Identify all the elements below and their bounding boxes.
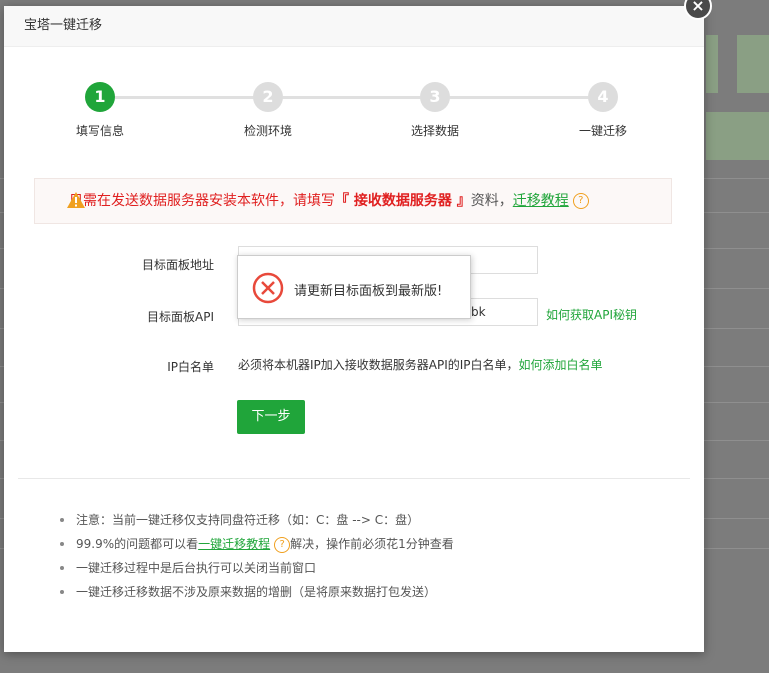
migration-tutorial-link[interactable]: 迁移教程 (513, 193, 569, 209)
help-icon[interactable]: ? (572, 193, 589, 209)
note-text: 99.9%的问题都可以看 (76, 537, 199, 551)
note-item: 99.9%的问题都可以看一键迁移教程? 解决，操作前必须花1分钟查看 (58, 536, 454, 560)
step-4: 4 一键迁移 (543, 82, 663, 139)
toast-message: 请更新目标面板到最新版! (294, 284, 443, 299)
ip-whitelist-note: 必须将本机器IP加入接收数据服务器API的IP白名单，如何添加白名单 (238, 356, 603, 373)
background-card (706, 35, 718, 93)
warning-highlight: 『 接收数据服务器 』 (335, 193, 471, 209)
step-1: 1 填写信息 (40, 82, 160, 139)
migration-dialog: 宝塔一键迁移 1 填写信息 2 检测环境 3 选择数据 4 一键迁移 只需在发送… (4, 6, 704, 652)
ip-whitelist-text: 必须将本机器IP加入接收数据服务器API的IP白名单， (238, 358, 519, 372)
get-api-key-link[interactable]: 如何获取API秘钥 (546, 306, 637, 323)
add-whitelist-link[interactable]: 如何添加白名单 (519, 358, 603, 372)
step-3: 3 选择数据 (375, 82, 495, 139)
note-text: 解决，操作前必须花1分钟查看 (290, 537, 454, 551)
section-divider (18, 478, 690, 479)
warning-text: 只需在发送数据服务器安装本软件，请填写 (69, 193, 335, 209)
note-item: 注意：当前一键迁移仅支持同盘符迁移（如：C：盘 --> C：盘） (58, 512, 454, 536)
note-item: 一键迁移过程中是后台执行可以关闭当前窗口 (58, 560, 454, 584)
warning-suffix: 资料， (470, 193, 513, 209)
background-card (706, 112, 769, 160)
ip-whitelist-label: IP白名单 (167, 360, 214, 374)
next-step-button[interactable]: 下一步 (237, 400, 305, 434)
step-2: 2 检测环境 (208, 82, 328, 139)
panel-address-label: 目标面板地址 (141, 258, 214, 272)
error-toast: 请更新目标面板到最新版! (237, 255, 471, 319)
migration-tutorial-note-link[interactable]: 一键迁移教程 (198, 537, 270, 551)
step-3-number: 3 (420, 82, 450, 112)
error-circle-icon (252, 272, 284, 304)
step-1-number: 1 (85, 82, 115, 112)
notes-list: 注意：当前一键迁移仅支持同盘符迁移（如：C：盘 --> C：盘） 99.9%的问… (58, 512, 454, 608)
step-1-label: 填写信息 (75, 124, 124, 138)
warning-banner: 只需在发送数据服务器安装本软件，请填写『 接收数据服务器 』资料，迁移教程? (34, 178, 672, 224)
step-4-label: 一键迁移 (578, 124, 627, 138)
dialog-title: 宝塔一键迁移 (4, 6, 704, 47)
step-4-number: 4 (588, 82, 618, 112)
panel-api-label: 目标面板API (147, 310, 214, 324)
step-2-number: 2 (253, 82, 283, 112)
step-2-label: 检测环境 (243, 124, 292, 138)
note-item: 一键迁移迁移数据不涉及原来数据的增删（是将原来数据打包发送） (58, 584, 454, 608)
help-icon[interactable]: ? (274, 536, 291, 553)
step-3-label: 选择数据 (410, 124, 459, 138)
warning-triangle-icon (67, 192, 85, 208)
background-card (737, 35, 769, 93)
